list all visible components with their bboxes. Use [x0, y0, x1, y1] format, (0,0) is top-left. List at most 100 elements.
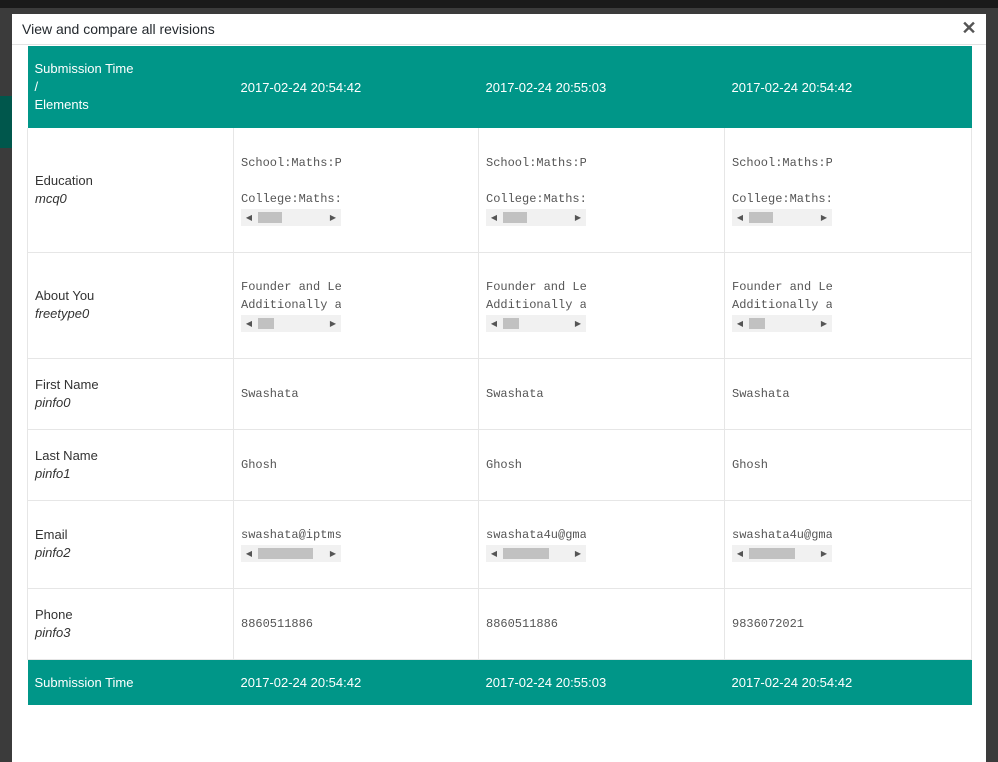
scroll-right-icon[interactable]: ▶	[818, 545, 830, 562]
modal-header: View and compare all revisions ✕	[12, 14, 986, 45]
value-cell: 8860511886	[233, 588, 479, 660]
header-revision-1: 2017-02-24 20:54:42	[233, 46, 479, 128]
scroll-left-icon[interactable]: ◀	[734, 315, 746, 332]
value-cell: swashata4u@gma ◀ ▶	[724, 500, 972, 589]
scroll-right-icon[interactable]: ▶	[327, 315, 339, 332]
horizontal-scrollbar[interactable]: ◀ ▶	[241, 315, 341, 332]
horizontal-scrollbar[interactable]: ◀ ▶	[486, 315, 586, 332]
revisions-modal: View and compare all revisions ✕ Submiss…	[12, 14, 986, 762]
table-row: Education mcq0 School:Maths:P College:Ma…	[27, 128, 972, 253]
value-line: Additionally a	[486, 298, 586, 312]
value-cell: School:Maths:P College:Maths: ◀ ▶	[233, 128, 479, 253]
element-key: mcq0	[35, 190, 67, 206]
value-line: School:Maths:P	[241, 155, 341, 170]
value-line: Founder and Le	[732, 280, 832, 294]
value-cell: School:Maths:P College:Maths: ◀ ▶	[478, 128, 725, 253]
scroll-thumb[interactable]	[258, 548, 313, 559]
scroll-thumb[interactable]	[258, 211, 282, 223]
scroll-left-icon[interactable]: ◀	[243, 209, 255, 226]
element-key: pinfo1	[35, 465, 71, 481]
value-line: School:Maths:P	[486, 155, 586, 170]
value-cell: Founder and Le Additionally a ◀ ▶	[724, 252, 972, 359]
element-label-cell: First Name pinfo0	[27, 358, 234, 430]
horizontal-scrollbar[interactable]: ◀ ▶	[241, 545, 341, 562]
element-label-cell: Email pinfo2	[27, 500, 234, 589]
table-row: Last Name pinfo1 Ghosh Ghosh Ghosh	[27, 429, 972, 501]
modal-title: View and compare all revisions	[22, 21, 215, 37]
scroll-left-icon[interactable]: ◀	[488, 545, 500, 562]
element-key: pinfo2	[35, 545, 71, 560]
scroll-thumb[interactable]	[503, 211, 527, 223]
value-cell: Swashata	[478, 358, 725, 430]
value-line: swashata4u@gma	[732, 528, 832, 542]
value-line: Additionally a	[241, 298, 341, 312]
value-line: Founder and Le	[241, 280, 341, 294]
element-label: Email	[35, 527, 68, 542]
value-text: Swashata	[241, 386, 299, 401]
element-label: Last Name	[35, 447, 98, 463]
value-text: Swashata	[732, 386, 790, 401]
value-cell: 8860511886	[478, 588, 725, 660]
header-label-line1: Submission Time	[34, 61, 134, 76]
table-row: First Name pinfo0 Swashata Swashata Swas…	[27, 358, 972, 430]
scroll-thumb[interactable]	[258, 318, 274, 329]
value-line: swashata@iptms	[241, 528, 341, 542]
table-footer-row: Submission Time 2017-02-24 20:54:42 2017…	[27, 659, 972, 705]
scroll-thumb[interactable]	[749, 548, 795, 559]
value-cell: swashata@iptms ◀ ▶	[233, 500, 479, 589]
footer-revision-2: 2017-02-24 20:55:03	[478, 659, 725, 705]
horizontal-scrollbar[interactable]: ◀ ▶	[241, 208, 341, 226]
scroll-thumb[interactable]	[749, 318, 765, 329]
value-cell: Ghosh	[724, 429, 972, 501]
scroll-left-icon[interactable]: ◀	[734, 209, 746, 226]
element-label-cell: Last Name pinfo1	[27, 429, 234, 501]
value-cell: Founder and Le Additionally a ◀ ▶	[478, 252, 725, 359]
horizontal-scrollbar[interactable]: ◀ ▶	[486, 545, 586, 562]
horizontal-scrollbar[interactable]: ◀ ▶	[732, 315, 832, 332]
scroll-right-icon[interactable]: ▶	[572, 315, 584, 332]
scroll-left-icon[interactable]: ◀	[488, 315, 500, 332]
scroll-left-icon[interactable]: ◀	[243, 545, 255, 562]
footer-revision-1: 2017-02-24 20:54:42	[233, 659, 479, 705]
element-key: pinfo3	[35, 624, 71, 640]
scroll-right-icon[interactable]: ▶	[572, 545, 584, 562]
value-cell: Ghosh	[233, 429, 479, 501]
scroll-left-icon[interactable]: ◀	[488, 209, 500, 226]
header-revision-2: 2017-02-24 20:55:03	[478, 46, 725, 128]
value-line: College:Maths:	[241, 191, 341, 206]
scroll-right-icon[interactable]: ▶	[818, 209, 830, 226]
close-icon[interactable]: ✕	[960, 18, 978, 38]
value-cell: Founder and Le Additionally a ◀ ▶	[233, 252, 479, 359]
value-cell: 9836072021	[724, 588, 972, 660]
element-key: pinfo0	[35, 394, 71, 410]
value-text: Ghosh	[732, 457, 769, 472]
value-text: Swashata	[486, 386, 544, 401]
scroll-right-icon[interactable]: ▶	[818, 315, 830, 332]
scroll-right-icon[interactable]: ▶	[572, 209, 584, 226]
scroll-left-icon[interactable]: ◀	[243, 315, 255, 332]
scroll-thumb[interactable]	[503, 548, 549, 559]
value-cell: Ghosh	[478, 429, 725, 501]
horizontal-scrollbar[interactable]: ◀ ▶	[732, 545, 832, 562]
scroll-right-icon[interactable]: ▶	[327, 545, 339, 562]
revisions-table: Submission Time / Elements 2017-02-24 20…	[27, 46, 972, 705]
value-text: Ghosh	[486, 457, 523, 472]
table-row: Email pinfo2 swashata@iptms ◀ ▶ swashata…	[27, 500, 972, 589]
value-text: 8860511886	[241, 616, 314, 631]
value-text: Ghosh	[241, 457, 278, 472]
horizontal-scrollbar[interactable]: ◀ ▶	[486, 208, 586, 226]
value-text: 9836072021	[732, 616, 805, 631]
horizontal-scrollbar[interactable]: ◀ ▶	[732, 208, 832, 226]
footer-revision-3: 2017-02-24 20:54:42	[724, 659, 972, 705]
element-label: Phone	[35, 606, 73, 622]
element-label-cell: About You freetype0	[27, 252, 234, 359]
scroll-thumb[interactable]	[749, 211, 773, 223]
scroll-right-icon[interactable]: ▶	[327, 209, 339, 226]
header-revision-3: 2017-02-24 20:54:42	[724, 46, 972, 128]
scroll-left-icon[interactable]: ◀	[734, 545, 746, 562]
element-label: About You	[35, 288, 95, 303]
header-label-cell: Submission Time / Elements	[27, 46, 234, 128]
element-key: freetype0	[35, 306, 90, 321]
scroll-thumb[interactable]	[503, 318, 519, 329]
value-line: College:Maths:	[486, 191, 586, 206]
